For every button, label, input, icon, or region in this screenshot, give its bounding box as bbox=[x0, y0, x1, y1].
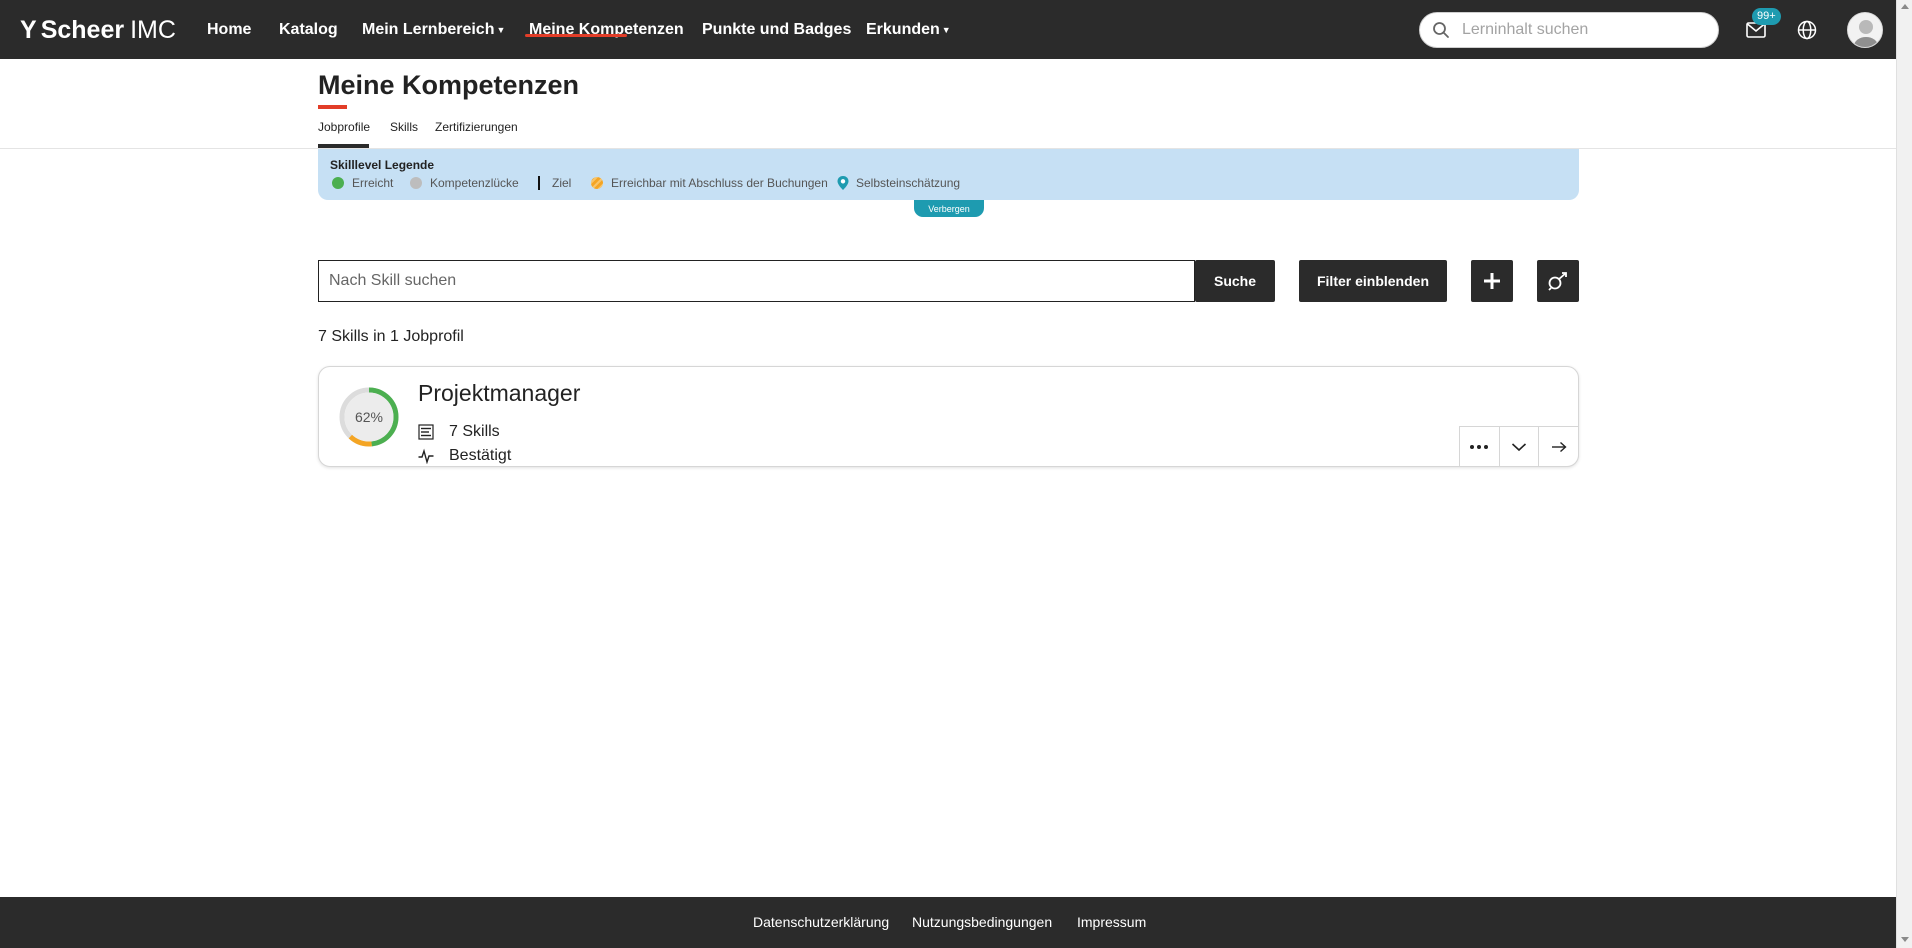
reachable-striped-dot-icon bbox=[591, 177, 603, 189]
job-profile-title[interactable]: Projektmanager bbox=[418, 380, 580, 407]
tab-skills[interactable]: Skills bbox=[390, 120, 418, 134]
list-icon bbox=[418, 424, 434, 440]
nav-item-label: Mein Lernbereich bbox=[362, 20, 495, 38]
nav-item-label: Punkte und Badges bbox=[702, 20, 852, 38]
filter-toggle-button[interactable]: Filter einblenden bbox=[1299, 260, 1447, 302]
caret-down-icon: ▼ bbox=[941, 24, 951, 35]
nav-item-erkunden[interactable]: Erkunden ▼ bbox=[866, 0, 951, 59]
hide-legend-button[interactable]: Verbergen bbox=[914, 200, 984, 217]
gap-dot-icon bbox=[410, 177, 422, 189]
location-pin-icon bbox=[837, 176, 849, 190]
tab-jobprofile[interactable]: Jobprofile bbox=[318, 120, 370, 134]
job-profile-card[interactable]: 62% Projektmanager 7 Skills Bestätigt bbox=[318, 366, 1579, 467]
nav-item-label: Home bbox=[207, 20, 252, 38]
progress-percent: 62% bbox=[354, 409, 384, 425]
expand-button[interactable] bbox=[1500, 427, 1540, 466]
target-bar-icon bbox=[538, 176, 540, 190]
nav-item-label: Erkunden bbox=[866, 20, 940, 38]
global-search bbox=[1419, 12, 1719, 48]
nav-active-indicator bbox=[525, 34, 627, 37]
legend-label: Selbsteinschätzung bbox=[856, 176, 961, 190]
nav-item-home[interactable]: Home bbox=[207, 0, 251, 59]
footer-link-nutzungsbedingungen[interactable]: Nutzungsbedingungen bbox=[912, 914, 1052, 930]
legend-item-ziel: Ziel bbox=[538, 176, 571, 190]
self-assessment-button[interactable] bbox=[1537, 260, 1579, 302]
plus-icon bbox=[1484, 273, 1500, 289]
achieved-dot-icon bbox=[332, 177, 344, 189]
brand-name-light: IMC bbox=[130, 15, 176, 44]
legend-item-kompetenzluecke: Kompetenzlücke bbox=[410, 176, 519, 190]
card-actions bbox=[1459, 426, 1579, 467]
legend-title: Skilllevel Legende bbox=[330, 158, 435, 172]
scroll-up-icon[interactable] bbox=[1901, 4, 1909, 9]
self-assessment-icon bbox=[1548, 272, 1567, 291]
legend-label: Ziel bbox=[552, 176, 572, 190]
footer: Datenschutzerklärung Nutzungsbedingungen… bbox=[0, 897, 1896, 948]
brand-name-bold: Scheer bbox=[40, 15, 125, 44]
status-line: Bestätigt bbox=[418, 446, 511, 466]
skill-search-field bbox=[318, 260, 1195, 302]
search-icon bbox=[1433, 22, 1449, 38]
chevron-down-icon bbox=[1511, 442, 1527, 451]
brand-logo[interactable]: Y Scheer IMC bbox=[20, 14, 176, 46]
nav-item-mein-lernbereich[interactable]: Mein Lernbereich ▼ bbox=[362, 0, 505, 59]
status-text: Bestätigt bbox=[449, 447, 512, 464]
notification-badge: 99+ bbox=[1752, 8, 1781, 25]
scroll-down-icon[interactable] bbox=[1901, 937, 1909, 942]
tab-zertifizierungen[interactable]: Zertifizierungen bbox=[435, 120, 518, 134]
footer-link-impressum[interactable]: Impressum bbox=[1077, 914, 1146, 930]
arrow-right-icon bbox=[1551, 441, 1567, 452]
legend-label: Erreicht bbox=[352, 176, 394, 190]
legend-label: Erreichbar mit Abschluss der Buchungen bbox=[611, 176, 828, 190]
global-search-input[interactable] bbox=[1462, 21, 1702, 39]
top-navigation-bar: Y Scheer IMC Home Katalog Mein Lernberei… bbox=[0, 0, 1896, 59]
nav-item-label: Katalog bbox=[279, 20, 338, 38]
skill-search-button[interactable]: Suche bbox=[1195, 260, 1275, 302]
title-accent-line bbox=[318, 105, 347, 109]
skill-search-input[interactable] bbox=[319, 261, 1194, 301]
page-title: Meine Kompetenzen bbox=[318, 70, 580, 100]
more-icon bbox=[1470, 444, 1489, 449]
caret-down-icon: ▼ bbox=[496, 24, 506, 35]
avatar[interactable] bbox=[1847, 12, 1883, 48]
open-profile-button[interactable] bbox=[1539, 427, 1578, 466]
add-button[interactable] bbox=[1471, 260, 1513, 302]
legend-item-selbsteinschaetzung: Selbsteinschätzung bbox=[836, 176, 960, 190]
skill-level-legend: Skilllevel Legende Erreicht Kompetenzlüc… bbox=[318, 149, 1579, 200]
footer-link-datenschutz[interactable]: Datenschutzerklärung bbox=[753, 914, 889, 930]
legend-label: Kompetenzlücke bbox=[430, 176, 519, 190]
globe-icon[interactable] bbox=[1795, 18, 1819, 42]
results-count: 7 Skills in 1 Jobprofil bbox=[318, 328, 464, 345]
legend-item-erreicht: Erreicht bbox=[332, 176, 393, 190]
skills-count-line: 7 Skills bbox=[418, 422, 500, 442]
more-options-button[interactable] bbox=[1460, 427, 1500, 466]
nav-item-punkte-und-badges[interactable]: Punkte und Badges bbox=[702, 0, 851, 59]
skills-count: 7 Skills bbox=[449, 423, 500, 440]
nav-item-katalog[interactable]: Katalog bbox=[279, 0, 338, 59]
nav-item-meine-kompetenzen[interactable]: Meine Kompetenzen bbox=[529, 0, 684, 59]
brand-mark: Y bbox=[20, 15, 37, 44]
vertical-scrollbar[interactable] bbox=[1896, 0, 1912, 948]
activity-icon bbox=[418, 448, 434, 464]
legend-item-erreichbar: Erreichbar mit Abschluss der Buchungen bbox=[591, 176, 828, 190]
